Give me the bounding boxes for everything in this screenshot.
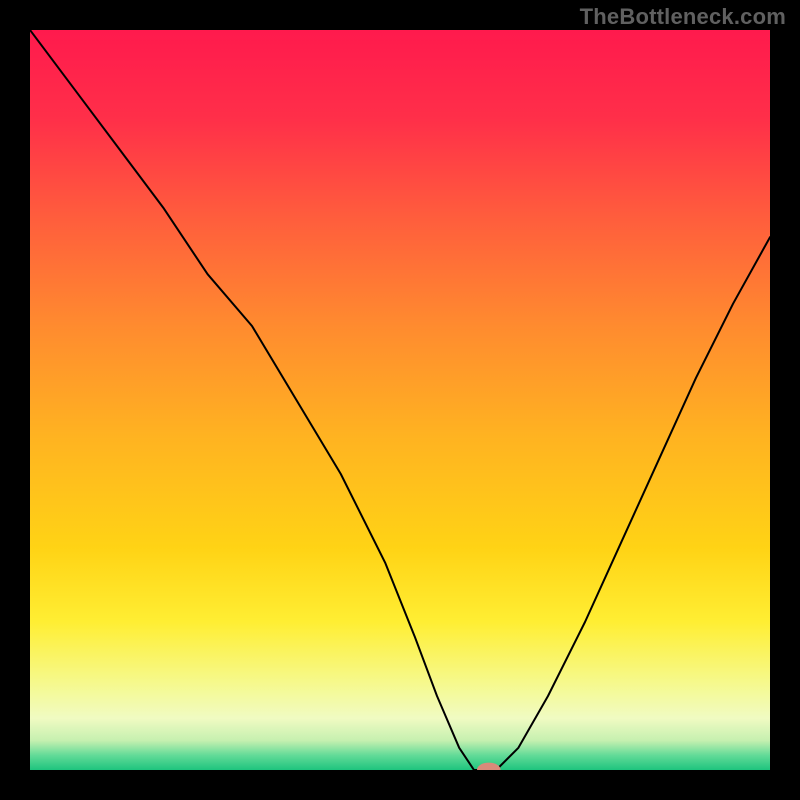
gradient-background xyxy=(30,30,770,770)
watermark-label: TheBottleneck.com xyxy=(580,4,786,30)
plot-area xyxy=(30,30,770,770)
bottleneck-chart xyxy=(30,30,770,770)
chart-frame: TheBottleneck.com xyxy=(0,0,800,800)
